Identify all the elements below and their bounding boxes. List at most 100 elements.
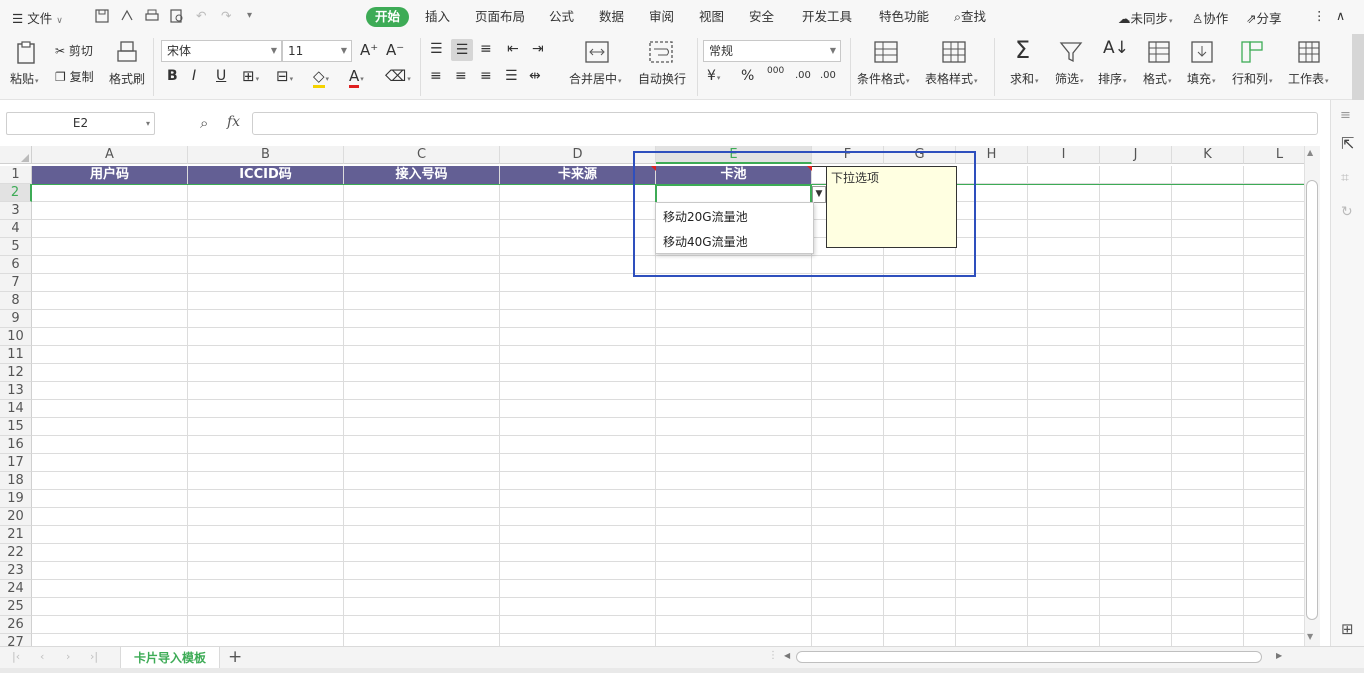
print-preview-icon[interactable] — [169, 8, 185, 24]
cell-b5[interactable] — [188, 238, 344, 256]
cell-f18[interactable] — [812, 472, 884, 490]
font-size-select[interactable]: 11 ▼ — [282, 40, 352, 62]
sort-button[interactable]: 排序▾ — [1098, 70, 1127, 87]
cell-c21[interactable] — [344, 526, 500, 544]
cell-j23[interactable] — [1100, 562, 1172, 580]
cell-h18[interactable] — [956, 472, 1028, 490]
cell-h10[interactable] — [956, 328, 1028, 346]
cell-l8[interactable] — [1244, 292, 1304, 310]
tab-special-features[interactable]: 特色功能 — [879, 7, 929, 27]
cell-l15[interactable] — [1244, 418, 1304, 436]
horizontal-scroll-thumb[interactable] — [796, 651, 1262, 663]
cell-i17[interactable] — [1028, 454, 1100, 472]
cell-l13[interactable] — [1244, 382, 1304, 400]
cell-e25[interactable] — [656, 598, 812, 616]
cell-f7[interactable] — [812, 274, 884, 292]
cell-l5[interactable] — [1244, 238, 1304, 256]
row-header-5[interactable]: 5 — [0, 238, 32, 256]
align-middle-icon[interactable]: ☰ — [451, 39, 473, 61]
row-header-18[interactable]: 18 — [0, 472, 32, 490]
panel-menu-icon[interactable]: ≡ — [1340, 108, 1351, 123]
cell-l6[interactable] — [1244, 256, 1304, 274]
cell-b12[interactable] — [188, 364, 344, 382]
cell-k17[interactable] — [1172, 454, 1244, 472]
dropdown-option[interactable]: 移动40G流量池 — [663, 233, 748, 250]
select-all-corner[interactable] — [0, 146, 32, 164]
cell-k19[interactable] — [1172, 490, 1244, 508]
cell-a4[interactable] — [32, 220, 188, 238]
cell-d15[interactable] — [500, 418, 656, 436]
cell-j15[interactable] — [1100, 418, 1172, 436]
increase-font-icon[interactable]: A⁺ — [360, 41, 378, 59]
row-header-2[interactable]: 2 — [0, 184, 32, 202]
cell-k7[interactable] — [1172, 274, 1244, 292]
cell-i24[interactable] — [1028, 580, 1100, 598]
row-header-14[interactable]: 14 — [0, 400, 32, 418]
header-cell-access-number[interactable]: 接入号码 — [344, 166, 500, 184]
row-header-21[interactable]: 21 — [0, 526, 32, 544]
cell-j4[interactable] — [1100, 220, 1172, 238]
cell-h20[interactable] — [956, 508, 1028, 526]
vertical-scroll-thumb[interactable] — [1306, 180, 1318, 620]
row-header-27[interactable]: 27 — [0, 634, 32, 646]
row-header-12[interactable]: 12 — [0, 364, 32, 382]
cell-e23[interactable] — [656, 562, 812, 580]
cell-g26[interactable] — [884, 616, 956, 634]
cell-f14[interactable] — [812, 400, 884, 418]
cell-h14[interactable] — [956, 400, 1028, 418]
cell-b27[interactable] — [188, 634, 344, 646]
cell-e15[interactable] — [656, 418, 812, 436]
cell-c3[interactable] — [344, 202, 500, 220]
cell-c2[interactable] — [344, 184, 500, 202]
table-style-icon[interactable] — [941, 40, 967, 64]
cell-d22[interactable] — [500, 544, 656, 562]
cell-d26[interactable] — [500, 616, 656, 634]
cell-j3[interactable] — [1100, 202, 1172, 220]
add-sheet-button[interactable]: + — [228, 647, 242, 667]
cell-g9[interactable] — [884, 310, 956, 328]
cell-f20[interactable] — [812, 508, 884, 526]
cell-g16[interactable] — [884, 436, 956, 454]
cell-l24[interactable] — [1244, 580, 1304, 598]
cell-a13[interactable] — [32, 382, 188, 400]
cell-i26[interactable] — [1028, 616, 1100, 634]
cell-k21[interactable] — [1172, 526, 1244, 544]
cell-i12[interactable] — [1028, 364, 1100, 382]
row-header-20[interactable]: 20 — [0, 508, 32, 526]
cell-c25[interactable] — [344, 598, 500, 616]
scroll-down-icon[interactable]: ▼ — [1307, 632, 1313, 641]
row-header-11[interactable]: 11 — [0, 346, 32, 364]
cell-a6[interactable] — [32, 256, 188, 274]
cell-l20[interactable] — [1244, 508, 1304, 526]
distributed-icon[interactable]: ⇹ — [529, 68, 541, 84]
cell-h1[interactable] — [956, 166, 1028, 184]
cell-e18[interactable] — [656, 472, 812, 490]
tool-icon[interactable]: ⌗ — [1341, 170, 1349, 186]
cell-j22[interactable] — [1100, 544, 1172, 562]
cell-c20[interactable] — [344, 508, 500, 526]
cell-d20[interactable] — [500, 508, 656, 526]
cell-l16[interactable] — [1244, 436, 1304, 454]
cell-f21[interactable] — [812, 526, 884, 544]
cell-e12[interactable] — [656, 364, 812, 382]
cell-i9[interactable] — [1028, 310, 1100, 328]
fill-button[interactable]: 填充▾ — [1187, 70, 1216, 87]
cursor-icon[interactable]: ⇱ — [1341, 134, 1354, 153]
cell-g27[interactable] — [884, 634, 956, 646]
fill-color-icon[interactable]: ◇▾ — [313, 67, 329, 88]
cell-h25[interactable] — [956, 598, 1028, 616]
cell-k22[interactable] — [1172, 544, 1244, 562]
cell-f9[interactable] — [812, 310, 884, 328]
filter-button[interactable]: 筛选▾ — [1055, 70, 1084, 87]
cell-l21[interactable] — [1244, 526, 1304, 544]
cell-c17[interactable] — [344, 454, 500, 472]
cell-f22[interactable] — [812, 544, 884, 562]
cell-i1[interactable] — [1028, 166, 1100, 184]
cell-h7[interactable] — [956, 274, 1028, 292]
dropdown-arrow-button[interactable]: ▼ — [812, 186, 826, 203]
conditional-format-button[interactable]: 条件格式▾ — [857, 70, 910, 87]
cell-j20[interactable] — [1100, 508, 1172, 526]
number-format-select[interactable]: 常规 ▼ — [703, 40, 841, 62]
cell-g7[interactable] — [884, 274, 956, 292]
cell-f16[interactable] — [812, 436, 884, 454]
